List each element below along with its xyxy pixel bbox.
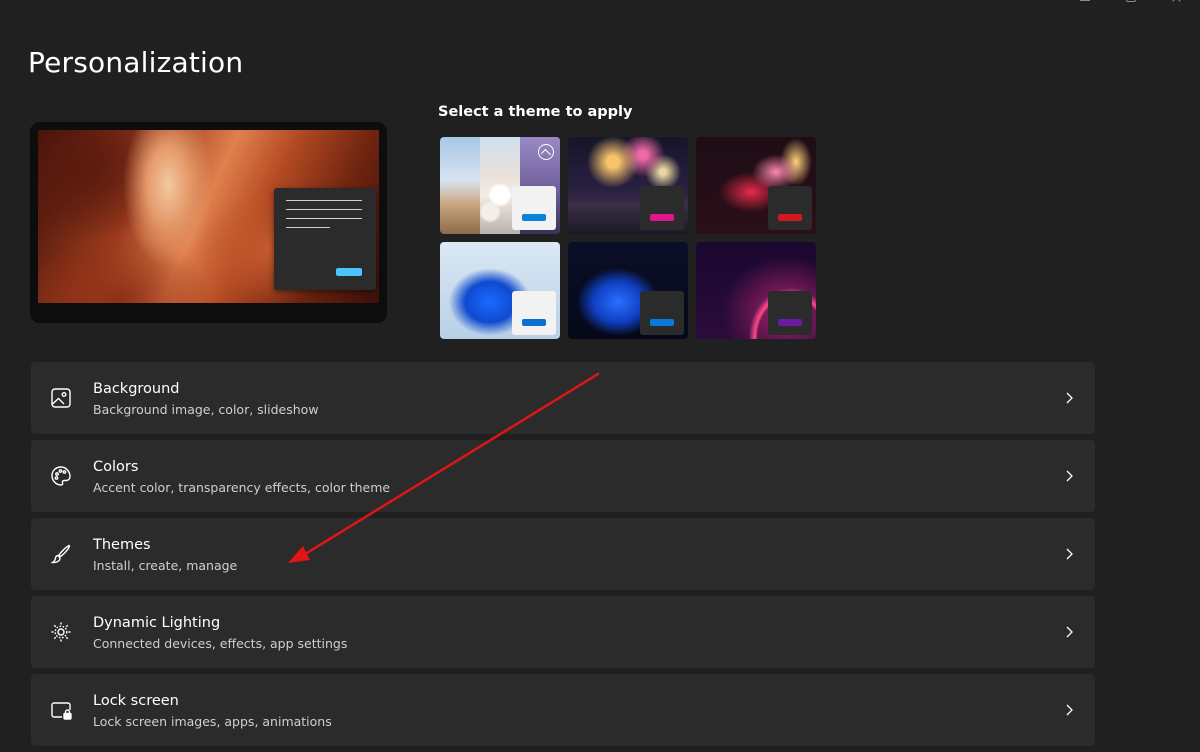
chevron-right-icon (1066, 470, 1073, 482)
theme-mini-window (512, 291, 556, 335)
palette-icon (51, 466, 71, 486)
setting-title: Colors (93, 459, 139, 475)
setting-subtitle: Lock screen images, apps, animations (93, 714, 332, 729)
image-icon (51, 388, 71, 408)
slideshow-icon (538, 144, 554, 160)
chevron-right-icon (1066, 704, 1073, 716)
theme-tile-windows-dark[interactable] (568, 242, 688, 339)
page-title: Personalization (28, 46, 244, 79)
setting-title: Lock screen (93, 693, 179, 709)
preview-window (274, 188, 376, 290)
minimize-icon[interactable] (1062, 0, 1108, 8)
theme-tile-fireworks[interactable] (568, 137, 688, 234)
theme-accent-swatch (522, 214, 546, 221)
theme-mini-window (640, 291, 684, 335)
setting-title: Dynamic Lighting (93, 615, 221, 631)
chevron-right-icon (1066, 548, 1073, 560)
theme-accent-swatch (778, 214, 802, 221)
setting-colors[interactable]: Colors Accent color, transparency effect… (31, 440, 1095, 512)
close-icon[interactable] (1154, 0, 1200, 8)
setting-subtitle: Accent color, transparency effects, colo… (93, 480, 391, 495)
setting-background[interactable]: Background Background image, color, slid… (31, 362, 1095, 434)
brush-icon (50, 544, 71, 564)
preview-accent-button (336, 268, 362, 276)
theme-heading: Select a theme to apply (438, 104, 633, 120)
theme-tile-glow-purple[interactable] (696, 242, 816, 339)
theme-tile-windows-light[interactable] (440, 242, 560, 339)
chevron-right-icon (1066, 626, 1073, 638)
theme-tile-flower-dark[interactable] (696, 137, 816, 234)
theme-grid (440, 137, 816, 339)
setting-subtitle: Connected devices, effects, app settings (93, 636, 348, 651)
setting-dynamic-lighting[interactable]: Dynamic Lighting Connected devices, effe… (31, 596, 1095, 668)
theme-mini-window (640, 186, 684, 230)
lock-screen-icon (51, 702, 72, 720)
chevron-right-icon (1066, 392, 1073, 404)
theme-accent-swatch (650, 319, 674, 326)
theme-preview (30, 122, 387, 323)
setting-themes[interactable]: Themes Install, create, manage (31, 518, 1095, 590)
preview-wallpaper (38, 130, 379, 303)
theme-mini-window (768, 291, 812, 335)
setting-title: Background (93, 381, 180, 397)
theme-accent-swatch (650, 214, 674, 221)
settings-list: Background Background image, color, slid… (31, 362, 1095, 752)
theme-mini-window (512, 186, 556, 230)
theme-accent-swatch (778, 319, 802, 326)
window-controls (1062, 0, 1200, 8)
maximize-icon[interactable] (1108, 0, 1154, 8)
setting-title: Themes (93, 537, 151, 553)
lighting-icon (51, 622, 71, 642)
setting-lock-screen[interactable]: Lock screen Lock screen images, apps, an… (31, 674, 1095, 746)
setting-subtitle: Install, create, manage (93, 558, 238, 573)
theme-tile-glow-photos[interactable] (440, 137, 560, 234)
theme-accent-swatch (522, 319, 546, 326)
setting-subtitle: Background image, color, slideshow (93, 402, 319, 417)
theme-mini-window (768, 186, 812, 230)
